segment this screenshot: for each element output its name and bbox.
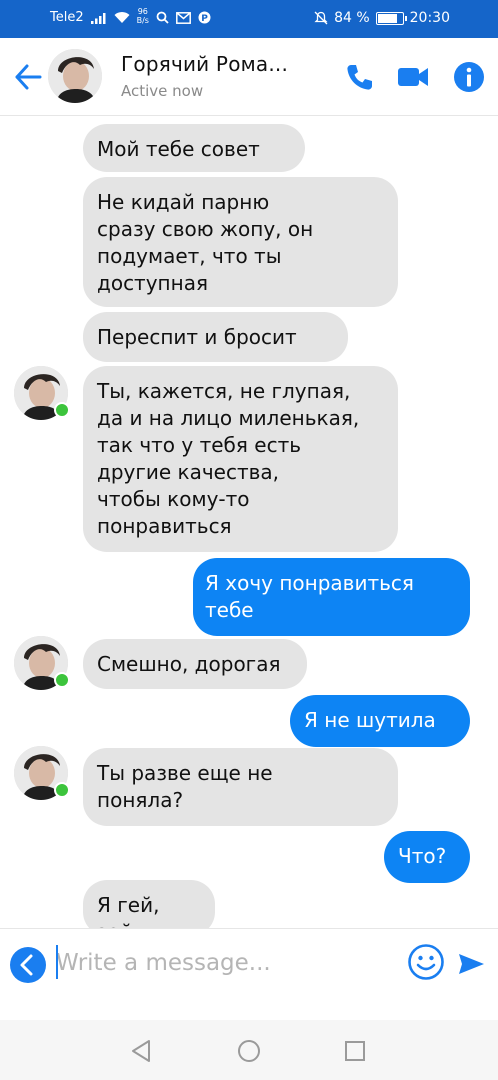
nav-recents-icon[interactable] <box>342 1038 368 1064</box>
outgoing-message[interactable]: Я хочу понравиться тебе <box>193 558 470 636</box>
contact-avatar-small[interactable] <box>14 366 70 420</box>
incoming-message[interactable]: Переспит и бросит <box>83 312 348 362</box>
search-notification-icon <box>156 11 169 24</box>
contact-name[interactable]: Горячий Рома... <box>121 52 288 76</box>
send-icon[interactable] <box>456 949 486 979</box>
online-indicator <box>54 402 70 418</box>
video-camera-icon[interactable] <box>396 60 430 94</box>
incoming-message[interactable]: Мой тебе совет <box>83 124 305 172</box>
text-cursor <box>56 945 58 979</box>
conversation-header: Горячий Рома... Active now <box>0 38 498 116</box>
gmail-icon <box>176 11 191 24</box>
pinterest-icon: P <box>198 11 211 24</box>
wifi-icon <box>114 12 130 23</box>
status-right: 84 % 20:30 <box>314 10 450 26</box>
clock: 20:30 <box>409 10 450 26</box>
mute-bell-icon <box>314 11 328 25</box>
incoming-message[interactable]: Не кидай парню сразу свою жопу, он подум… <box>83 177 398 307</box>
network-speed-value: 96 <box>137 7 148 16</box>
online-indicator <box>54 782 70 798</box>
chevron-left-icon <box>20 954 33 976</box>
battery-percent: 84 % <box>334 10 370 26</box>
system-navigation-bar <box>0 1020 498 1080</box>
signal-icon <box>90 12 106 24</box>
status-left: Tele2 96 B/s P <box>50 7 211 25</box>
contact-avatar[interactable] <box>48 49 102 103</box>
phone-icon[interactable] <box>342 60 376 94</box>
info-icon[interactable] <box>452 60 486 94</box>
contact-avatar-small[interactable] <box>14 636 70 690</box>
status-bar: Tele2 96 B/s P 84 % 20:30 <box>0 0 498 38</box>
battery-icon <box>375 11 407 25</box>
message-input[interactable] <box>56 941 396 985</box>
battery-level-fill <box>377 13 398 23</box>
incoming-message[interactable]: Смешно, дорогая <box>83 639 307 689</box>
back-arrow-icon[interactable] <box>12 60 46 94</box>
avatar-image <box>48 49 102 103</box>
nav-home-icon[interactable] <box>236 1038 262 1064</box>
incoming-message[interactable]: Ты, кажется, не глупая, да и на лицо мил… <box>83 366 398 552</box>
smiley-icon[interactable] <box>407 943 445 981</box>
nav-back-icon[interactable] <box>129 1038 155 1064</box>
contact-avatar-small[interactable] <box>14 746 70 800</box>
network-speed-unit: B/s <box>136 16 149 25</box>
outgoing-message[interactable]: Я не шутила <box>290 695 470 747</box>
incoming-message[interactable]: Ты разве еще не поняла? <box>83 748 398 826</box>
expand-actions-button[interactable] <box>10 947 46 983</box>
outgoing-message[interactable]: Что? <box>384 831 470 883</box>
network-speed: 96 B/s <box>137 7 149 25</box>
online-indicator <box>54 672 70 688</box>
carrier-label: Tele2 <box>50 10 84 25</box>
message-composer <box>0 928 498 1020</box>
svg-text:P: P <box>201 14 208 24</box>
contact-activity-status: Active now <box>121 82 204 100</box>
